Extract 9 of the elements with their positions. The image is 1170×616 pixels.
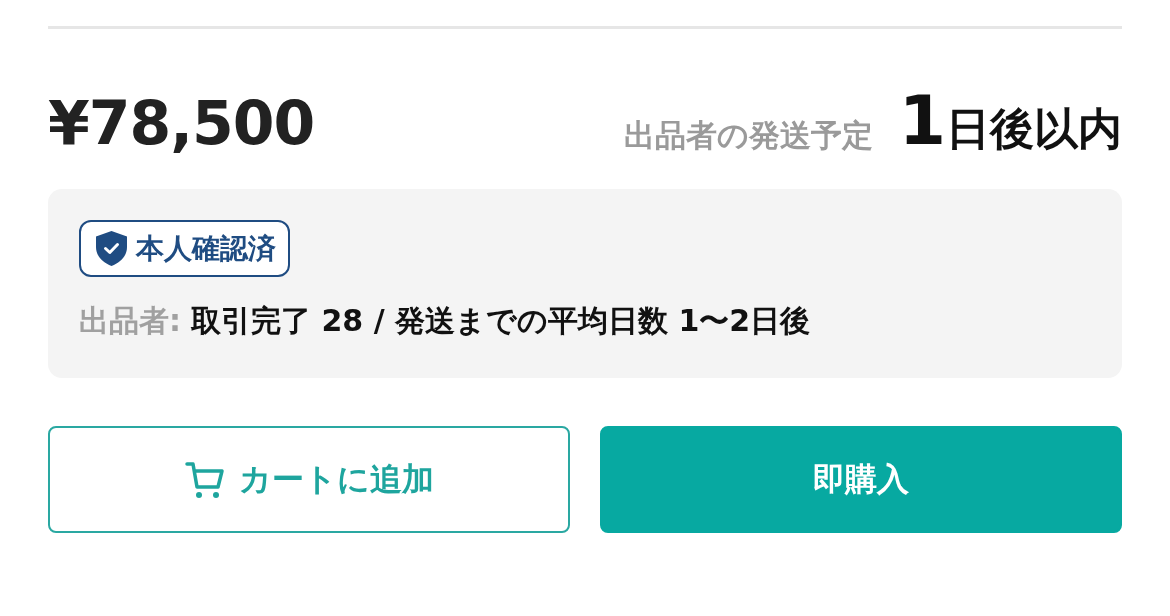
- shipping-estimate: 1 日後以内: [898, 87, 1122, 155]
- seller-stats: 出品者: 取引完了 28 / 発送までの平均日数 1〜2日後: [79, 303, 811, 339]
- badge-label: 本人確認済: [136, 230, 276, 267]
- shipping-label: 出品者の発送予定: [623, 120, 873, 151]
- shield-check-icon: [95, 231, 128, 266]
- cart-icon: [184, 459, 225, 500]
- buy-now-button[interactable]: 即購入: [600, 426, 1122, 533]
- add-to-cart-button[interactable]: カートに追加: [48, 426, 570, 533]
- price: ¥78,500: [48, 93, 315, 153]
